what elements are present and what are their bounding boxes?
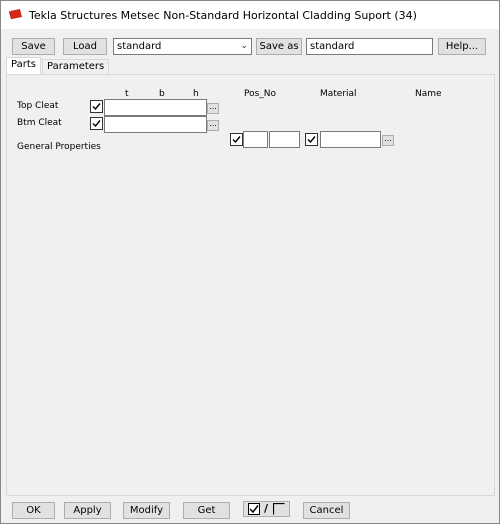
- toggle-all-checkboxes-button[interactable]: /: [243, 501, 290, 517]
- checkmark-icon: [92, 103, 101, 111]
- apply-button[interactable]: Apply: [64, 502, 111, 519]
- btm-cleat-checkbox[interactable]: [90, 117, 103, 130]
- get-button[interactable]: Get: [183, 502, 230, 519]
- btm-cleat-profile-input[interactable]: [104, 116, 207, 133]
- pos-no-checkbox[interactable]: [230, 133, 243, 146]
- pos-no-prefix-input[interactable]: [243, 131, 268, 148]
- pos-no-start-input[interactable]: [269, 131, 300, 148]
- save-button[interactable]: Save: [12, 38, 55, 55]
- top-cleat-browse-button[interactable]: ...: [207, 103, 219, 114]
- btm-cleat-browse-button[interactable]: ...: [207, 120, 219, 131]
- checkmark-icon: [307, 136, 316, 144]
- column-header-b: b: [159, 89, 165, 99]
- modify-button[interactable]: Modify: [123, 502, 170, 519]
- window-title: Tekla Structures Metsec Non-Standard Hor…: [29, 9, 417, 22]
- material-input[interactable]: [320, 131, 381, 148]
- preset-dropdown[interactable]: standard ⌄: [113, 38, 252, 55]
- save-as-button[interactable]: Save as: [256, 38, 302, 55]
- title-bar: Tekla Structures Metsec Non-Standard Hor…: [1, 1, 499, 29]
- column-header-pos-no: Pos_No: [244, 89, 277, 99]
- general-properties-label: General Properties: [17, 142, 101, 152]
- btm-cleat-label: Btm Cleat: [17, 118, 62, 128]
- checked-box-icon: [248, 503, 260, 515]
- preset-dropdown-value: standard: [117, 41, 162, 52]
- cancel-button[interactable]: Cancel: [303, 502, 350, 519]
- toggle-separator: /: [264, 502, 269, 515]
- tab-parameters[interactable]: Parameters: [42, 59, 110, 74]
- load-button[interactable]: Load: [63, 38, 107, 55]
- column-header-material: Material: [320, 89, 357, 99]
- help-button[interactable]: Help...: [438, 38, 486, 55]
- column-header-h: h: [193, 89, 199, 99]
- ok-button[interactable]: OK: [12, 502, 55, 519]
- chevron-down-icon[interactable]: ⌄: [240, 39, 248, 54]
- material-browse-button[interactable]: ...: [382, 135, 394, 146]
- checkmark-icon: [232, 136, 241, 144]
- unchecked-box-icon: [273, 503, 285, 515]
- top-cleat-profile-input[interactable]: [104, 99, 207, 116]
- tab-parts[interactable]: Parts: [6, 57, 41, 75]
- material-checkbox[interactable]: [305, 133, 318, 146]
- tekla-logo-icon: [9, 9, 22, 19]
- column-header-name: Name: [415, 89, 442, 99]
- top-cleat-checkbox[interactable]: [90, 100, 103, 113]
- column-header-t: t: [125, 89, 129, 99]
- save-as-input[interactable]: standard: [306, 38, 433, 55]
- top-cleat-label: Top Cleat: [17, 101, 59, 111]
- checkmark-icon: [92, 120, 101, 128]
